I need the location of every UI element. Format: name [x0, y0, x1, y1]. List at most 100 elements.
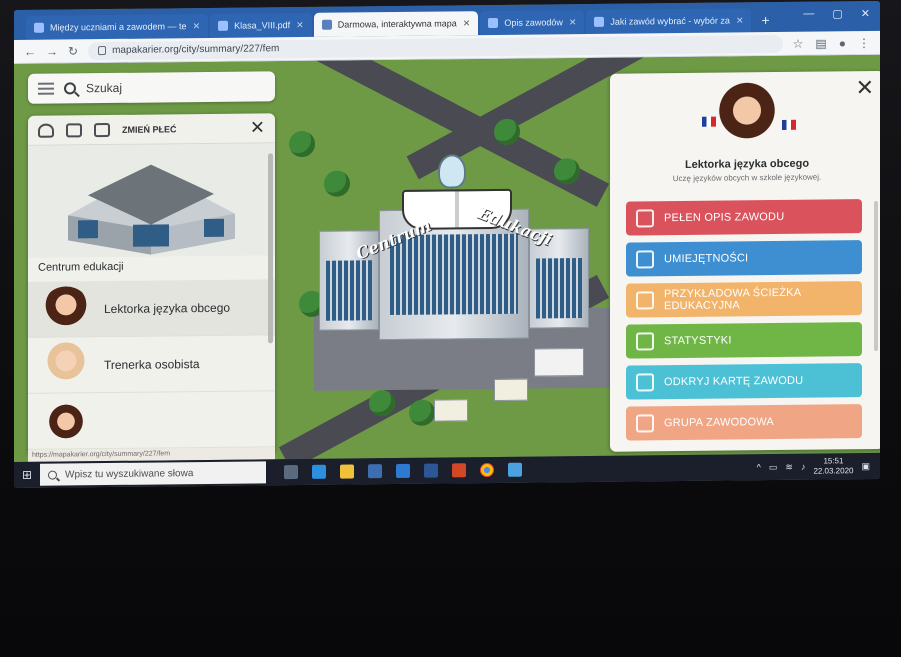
- panel-scrollbar[interactable]: [874, 200, 878, 351]
- people-icon[interactable]: [38, 123, 54, 138]
- profession-title: Lektorka języka obcego: [684, 157, 810, 171]
- profession-avatar: [42, 285, 90, 333]
- close-icon[interactable]: ✕: [250, 117, 265, 138]
- profession-avatar: [42, 341, 90, 389]
- change-gender-button[interactable]: ZMIEŃ PŁEĆ: [122, 124, 177, 135]
- panel-header: ZMIEŃ PŁEĆ ✕: [28, 113, 275, 146]
- clock[interactable]: 15:51 22.03.2020: [813, 456, 853, 476]
- media-icon[interactable]: [452, 463, 466, 478]
- browser-tab-active[interactable]: Darmowa, interaktywna mapa ✕: [313, 11, 479, 37]
- volume-icon[interactable]: ♪: [801, 462, 806, 472]
- task-view-icon[interactable]: [284, 465, 298, 480]
- map-shop: [534, 348, 584, 377]
- battery-icon[interactable]: ▭: [769, 462, 778, 473]
- profession-label: Lektorka języka obcego: [104, 300, 231, 316]
- notifications-icon[interactable]: ▣: [861, 461, 870, 472]
- full-description-button[interactable]: PEŁEN OPIS ZAWODU: [626, 199, 862, 236]
- map-kiosk: [494, 378, 528, 401]
- flag-icon: [782, 119, 796, 130]
- wifi-icon[interactable]: ≋: [785, 461, 793, 472]
- app-icon[interactable]: [508, 462, 522, 477]
- word-icon[interactable]: [424, 463, 438, 478]
- tab-favicon-icon: [34, 22, 44, 33]
- tab-favicon-icon: [218, 20, 229, 31]
- file-explorer-icon[interactable]: [340, 464, 354, 479]
- profession-subtitle: Uczę języków obcych w szkole językowej.: [672, 172, 822, 184]
- system-tray: ^ ▭ ≋ ♪ 15:51 22.03.2020 ▣: [757, 456, 880, 477]
- tab-favicon-icon: [594, 16, 605, 27]
- gender-switch-icon[interactable]: [94, 122, 110, 137]
- education-path-button[interactable]: PRZYKŁADOWA ŚCIEŻKA EDUKACYJNA: [626, 281, 862, 318]
- statistics-button[interactable]: STATYSTYKI: [626, 322, 862, 359]
- profession-avatar: [42, 397, 90, 445]
- browser-tab[interactable]: Klasa_VIII.pdf ✕: [210, 12, 312, 38]
- address-bar[interactable]: mapakarier.org/city/summary/227/fem: [88, 34, 783, 60]
- map-tree: [289, 130, 315, 158]
- map-building-windows: [326, 260, 372, 321]
- building-panel: ZMIEŃ PŁEĆ ✕ Centrum edukacji Lektorka j…: [28, 113, 275, 454]
- browser-tab[interactable]: Jaki zawód wybrać - wybór za ✕: [586, 8, 752, 35]
- path-icon: [636, 291, 654, 310]
- chrome-icon[interactable]: [480, 462, 494, 478]
- menu-dots-icon[interactable]: ⋮: [858, 36, 870, 50]
- tab-close-icon[interactable]: ✕: [296, 19, 304, 30]
- tab-close-icon[interactable]: ✕: [463, 18, 471, 29]
- profession-label: Trenerka osobista: [104, 356, 200, 372]
- map-tree: [324, 170, 350, 197]
- profession-item[interactable]: [28, 391, 275, 450]
- professional-group-button[interactable]: GRUPA ZAWODOWA: [626, 404, 862, 441]
- taskbar-apps: [284, 462, 522, 480]
- lock-icon: [98, 46, 107, 56]
- profession-card-button[interactable]: ODKRYJ KARTĘ ZAWODU: [626, 363, 862, 400]
- profession-item-selected[interactable]: Lektorka języka obcego: [28, 279, 275, 338]
- building-illustration: [68, 164, 235, 255]
- back-icon[interactable]: ←: [24, 44, 36, 58]
- tab-close-icon[interactable]: ✕: [193, 21, 201, 32]
- lightbulb-icon: [438, 154, 466, 189]
- tab-close-icon[interactable]: ✕: [736, 15, 744, 26]
- window-controls: — ▢ ✕: [803, 7, 870, 21]
- new-tab-button[interactable]: +: [753, 8, 777, 32]
- windows-start-icon[interactable]: ⊞: [14, 462, 40, 488]
- panel-scrollbar[interactable]: [268, 153, 273, 344]
- map-kiosk: [434, 399, 468, 422]
- profession-item[interactable]: Trenerka osobista: [28, 335, 275, 394]
- map-building-windows: [390, 233, 518, 316]
- clock-time: 15:51: [823, 456, 844, 466]
- flag-icon: [702, 116, 716, 127]
- forward-icon[interactable]: →: [46, 44, 58, 58]
- account-icon[interactable]: ●: [839, 36, 846, 50]
- profession-portrait: [708, 79, 786, 153]
- browser-tab[interactable]: Między uczniami a zawodem — te ✕: [26, 13, 209, 40]
- store-icon[interactable]: [368, 464, 382, 479]
- bookmark-star-icon[interactable]: ☆: [793, 36, 804, 50]
- search-bar[interactable]: Szukaj: [28, 71, 275, 104]
- map-tree: [369, 390, 395, 417]
- reader-icon[interactable]: ▤: [815, 36, 826, 50]
- reload-icon[interactable]: ↻: [68, 44, 78, 58]
- address-url: mapakarier.org/city/summary/227/fem: [112, 43, 280, 56]
- tab-close-icon[interactable]: ✕: [569, 17, 577, 28]
- hamburger-menu-icon[interactable]: [38, 82, 54, 95]
- search-label[interactable]: Szukaj: [86, 81, 122, 95]
- tab-favicon-icon: [321, 19, 332, 30]
- tray-chevron-icon[interactable]: ^: [757, 462, 761, 472]
- building-icon[interactable]: [66, 122, 82, 137]
- map-tree: [554, 158, 580, 185]
- taskbar-search[interactable]: Wpisz tu wyszukiwane słowa: [40, 461, 266, 486]
- browser-tab[interactable]: Opis zawodów ✕: [480, 10, 585, 36]
- pencil-icon: [636, 250, 654, 269]
- mail-icon[interactable]: [396, 463, 410, 478]
- card-icon: [636, 373, 654, 392]
- document-icon: [636, 209, 654, 228]
- close-window-icon[interactable]: ✕: [861, 7, 870, 20]
- close-icon[interactable]: ✕: [856, 75, 874, 101]
- minimize-icon[interactable]: —: [803, 8, 814, 21]
- skills-button[interactable]: UMIEJĘTNOŚCI: [626, 240, 862, 277]
- maximize-icon[interactable]: ▢: [832, 7, 842, 20]
- search-icon: [64, 82, 76, 95]
- building-name: Centrum edukacji: [38, 260, 124, 274]
- edge-icon[interactable]: [312, 464, 326, 479]
- profession-detail-panel: ✕ Lektorka języka obcego Uczę języków ob…: [610, 70, 880, 452]
- group-icon: [636, 414, 654, 433]
